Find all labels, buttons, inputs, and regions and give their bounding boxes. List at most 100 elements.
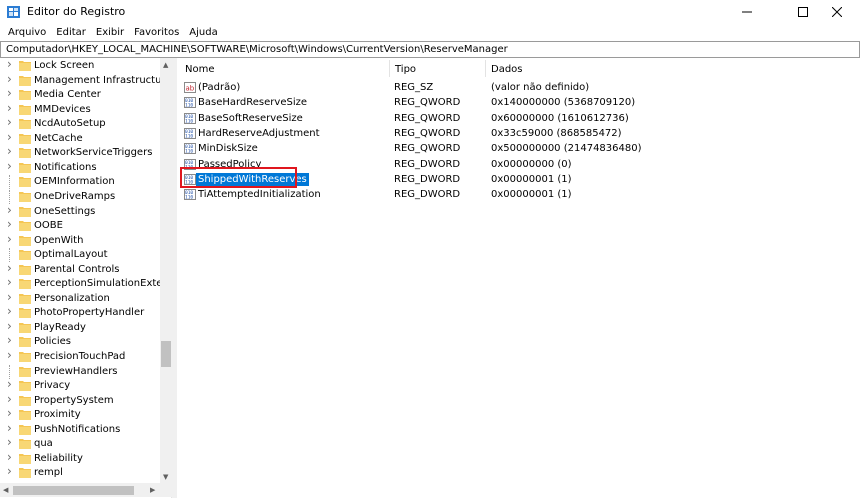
chevron-right-icon[interactable]: ›	[7, 115, 12, 129]
tree-item[interactable]: › PlayReady	[0, 319, 160, 335]
scroll-left-icon[interactable]: ◀	[3, 486, 8, 494]
tree-item-label: PhotoPropertyHandler	[34, 307, 145, 319]
menu-ajuda[interactable]: Ajuda	[184, 24, 222, 42]
tree-item-label: MMDevices	[34, 103, 91, 115]
chevron-right-icon[interactable]: ›	[7, 101, 12, 115]
tree-item[interactable]: › Proximity	[0, 406, 160, 422]
tree-item[interactable]: › qua	[0, 435, 160, 451]
chevron-right-icon[interactable]: ›	[7, 261, 12, 275]
tree-item[interactable]: › Media Center	[0, 86, 160, 102]
tree-item[interactable]: OptimalLayout	[0, 248, 160, 263]
chevron-right-icon[interactable]: ›	[7, 72, 12, 86]
scroll-corner	[160, 483, 172, 497]
tree-item-label: PushNotifications	[34, 423, 121, 435]
tree-item[interactable]: › Parental Controls	[0, 261, 160, 277]
tree-item[interactable]: › Reliability	[0, 450, 160, 466]
string-value-icon: ab	[184, 82, 196, 93]
chevron-right-icon[interactable]: ›	[7, 406, 12, 420]
menu-editar[interactable]: Editar	[51, 24, 91, 42]
chevron-right-icon[interactable]: ›	[7, 304, 12, 318]
scroll-up-icon[interactable]: ▲	[163, 61, 168, 69]
chevron-right-icon[interactable]: ›	[7, 159, 12, 173]
column-header-name[interactable]: Nome	[185, 63, 215, 77]
value-type: REG_QWORD	[394, 112, 461, 124]
column-header-data[interactable]: Dados	[491, 63, 523, 77]
tree-item-label: Notifications	[34, 161, 97, 173]
folder-icon	[19, 206, 31, 217]
chevron-right-icon[interactable]: ›	[7, 464, 12, 478]
tree-item[interactable]: › PhotoPropertyHandler	[0, 304, 160, 320]
column-separator[interactable]	[485, 60, 486, 77]
chevron-right-icon[interactable]: ›	[7, 392, 12, 406]
chevron-right-icon[interactable]: ›	[7, 450, 12, 464]
folder-icon	[19, 279, 31, 290]
tree-item[interactable]: › PrecisionTouchPad	[0, 348, 160, 364]
chevron-right-icon[interactable]: ›	[7, 377, 12, 391]
chevron-right-icon[interactable]: ›	[7, 144, 12, 158]
tree-item[interactable]: OEMInformation	[0, 175, 160, 190]
minimize-button[interactable]	[724, 0, 770, 24]
folder-icon	[19, 293, 31, 304]
menu-favoritos[interactable]: Favoritos	[129, 24, 184, 42]
folder-icon	[19, 468, 31, 479]
tree-item[interactable]: › PerceptionSimulationExtensic	[0, 275, 171, 291]
tree-item-label: PrecisionTouchPad	[34, 351, 126, 362]
tree-item[interactable]: › rempl	[0, 464, 160, 480]
value-data: 0x00000001 (1)	[491, 173, 572, 185]
chevron-right-icon[interactable]: ›	[7, 435, 12, 449]
tree-vertical-scrollbar[interactable]	[160, 58, 172, 483]
chevron-right-icon[interactable]: ›	[7, 130, 12, 144]
tree-item[interactable]: › PropertySystem	[0, 392, 160, 408]
scroll-down-icon[interactable]: ▼	[163, 473, 168, 481]
tree-item[interactable]: › Personalization	[0, 290, 160, 306]
tree-item[interactable]: › Notifications	[0, 159, 160, 175]
tree-item[interactable]: › NcdAutoSetup	[0, 115, 160, 131]
chevron-right-icon[interactable]: ›	[7, 203, 12, 217]
chevron-right-icon[interactable]: ›	[7, 319, 12, 333]
folder-icon	[19, 410, 31, 421]
address-bar[interactable]: Computador\HKEY_LOCAL_MACHINE\SOFTWARE\M…	[0, 41, 860, 58]
tree-item[interactable]: PreviewHandlers	[0, 364, 160, 379]
tree-item[interactable]: › Policies	[0, 333, 160, 349]
chevron-right-icon[interactable]: ›	[7, 58, 12, 71]
tree-horizontal-scroll-thumb[interactable]	[13, 486, 134, 495]
close-button[interactable]	[814, 0, 860, 24]
tree-item[interactable]: › Management Infrastructure	[0, 72, 171, 88]
tree-item[interactable]: › Privacy	[0, 377, 160, 393]
tree-item-label: Personalization	[34, 292, 110, 304]
tree-item[interactable]: OneDriveRamps	[0, 189, 160, 204]
tree-item[interactable]: › OOBE	[0, 217, 160, 233]
column-separator[interactable]	[389, 60, 390, 77]
tree-item[interactable]: › PushNotifications	[0, 421, 160, 437]
tree-vertical-scroll-thumb[interactable]	[161, 341, 171, 367]
tree-item-label: NetCache	[34, 132, 83, 144]
tree-item[interactable]: › OpenWith	[0, 232, 160, 248]
tree-item[interactable]: › NetworkServiceTriggers	[0, 144, 160, 160]
scroll-right-icon[interactable]: ▶	[150, 486, 155, 494]
tree-item-label: PreviewHandlers	[34, 365, 118, 377]
folder-icon	[19, 191, 31, 202]
chevron-right-icon[interactable]: ›	[7, 232, 12, 246]
folder-icon	[19, 381, 31, 392]
tree-item[interactable]: › MMDevices	[0, 101, 160, 117]
tree-item[interactable]: › OneSettings	[0, 203, 160, 219]
chevron-right-icon[interactable]: ›	[7, 290, 12, 304]
chevron-right-icon[interactable]: ›	[7, 333, 12, 347]
minimize-icon	[742, 11, 752, 13]
tree-item-label: OptimalLayout	[34, 249, 108, 261]
tree-item[interactable]: › NetCache	[0, 130, 160, 146]
chevron-right-icon[interactable]: ›	[7, 348, 12, 362]
column-header-type[interactable]: Tipo	[395, 63, 416, 77]
svg-text:110: 110	[185, 195, 193, 201]
chevron-right-icon[interactable]: ›	[7, 275, 12, 289]
menu-arquivo[interactable]: Arquivo	[3, 24, 51, 42]
tree-item[interactable]: › Lock Screen	[0, 58, 160, 73]
value-type: REG_DWORD	[394, 158, 461, 170]
binary-value-icon: 010110	[184, 143, 196, 155]
chevron-right-icon[interactable]: ›	[7, 421, 12, 435]
menu-exibir[interactable]: Exibir	[91, 24, 129, 42]
chevron-right-icon[interactable]: ›	[7, 217, 12, 231]
value-type: REG_DWORD	[394, 189, 461, 201]
maximize-icon	[798, 7, 808, 17]
chevron-right-icon[interactable]: ›	[7, 86, 12, 100]
